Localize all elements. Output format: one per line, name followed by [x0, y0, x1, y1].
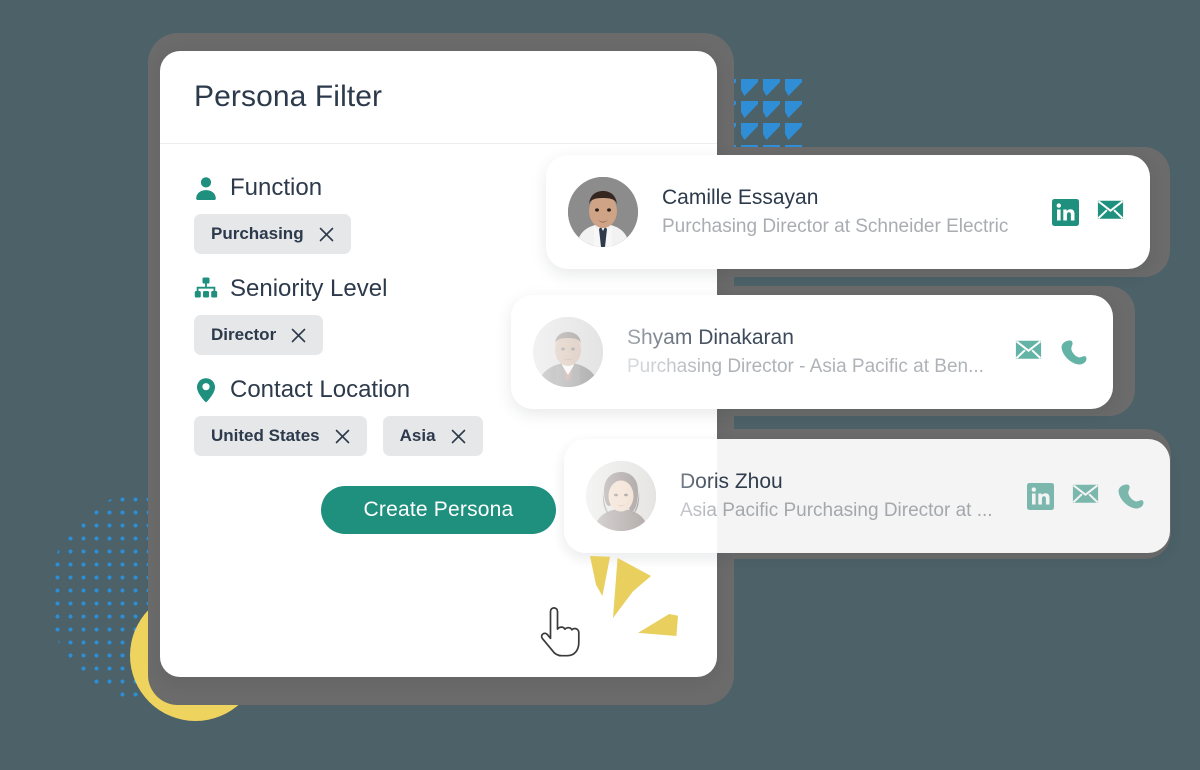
panel-header: Persona Filter	[160, 51, 717, 144]
create-persona-button[interactable]: Create Persona	[320, 486, 557, 534]
page-title: Persona Filter	[194, 80, 383, 113]
contact-card[interactable]: Camille Essayan Purchasing Director at S…	[546, 155, 1150, 269]
close-icon[interactable]	[451, 429, 466, 444]
filter-field-label: Function	[230, 174, 323, 201]
chip-label: Asia	[399, 426, 436, 445]
contact-text: Camille Essayan Purchasing Director at S…	[638, 185, 1040, 240]
illustration-stage: Persona Filter Function Purchasing Senio…	[0, 0, 1200, 770]
chip-label: Director	[211, 325, 277, 344]
email-icon[interactable]	[1072, 483, 1099, 510]
close-icon[interactable]	[291, 328, 306, 343]
chip-label: United States	[211, 426, 320, 445]
chip-asia[interactable]: Asia	[382, 416, 483, 456]
chip-director[interactable]: Director	[194, 315, 324, 355]
map-pin-icon	[194, 377, 218, 403]
contact-card[interactable]: Doris Zhou Asia Pacific Purchasing Direc…	[564, 439, 1170, 553]
filter-field-label: Seniority Level	[230, 275, 388, 302]
contact-role: Purchasing Director - Asia Pacific at Be…	[627, 355, 984, 377]
phone-icon[interactable]	[1117, 483, 1144, 510]
contact-name: Shyam Dinakaran	[627, 325, 794, 349]
email-icon[interactable]	[1015, 339, 1042, 366]
chip-purchasing[interactable]: Purchasing	[194, 214, 351, 254]
cursor-pointer-icon	[538, 607, 580, 659]
org-chart-icon	[194, 276, 218, 302]
email-icon[interactable]	[1097, 199, 1124, 226]
close-icon[interactable]	[335, 429, 350, 444]
contact-name: Camille Essayan	[662, 185, 819, 209]
contact-actions	[1015, 482, 1144, 510]
avatar	[568, 177, 638, 247]
contact-actions	[1003, 339, 1087, 366]
person-icon	[194, 175, 218, 201]
chip-united-states[interactable]: United States	[194, 416, 367, 456]
avatar	[586, 461, 656, 531]
contact-text: Doris Zhou Asia Pacific Purchasing Direc…	[656, 469, 1015, 524]
sparkle-burst-icon	[588, 552, 680, 644]
close-icon[interactable]	[319, 227, 334, 242]
chip-label: Purchasing	[211, 224, 304, 243]
linkedin-icon[interactable]	[1027, 482, 1054, 510]
filter-field-label: Contact Location	[230, 376, 411, 403]
contact-role: Asia Pacific Purchasing Director at ...	[680, 499, 993, 521]
contact-text: Shyam Dinakaran Purchasing Director - As…	[603, 325, 1003, 380]
avatar	[533, 317, 603, 387]
contact-name: Doris Zhou	[680, 469, 783, 493]
linkedin-icon[interactable]	[1052, 198, 1079, 226]
contact-actions	[1040, 198, 1124, 226]
phone-icon[interactable]	[1060, 339, 1087, 366]
contact-card[interactable]: Shyam Dinakaran Purchasing Director - As…	[511, 295, 1113, 409]
contact-role: Purchasing Director at Schneider Electri…	[662, 215, 1009, 237]
